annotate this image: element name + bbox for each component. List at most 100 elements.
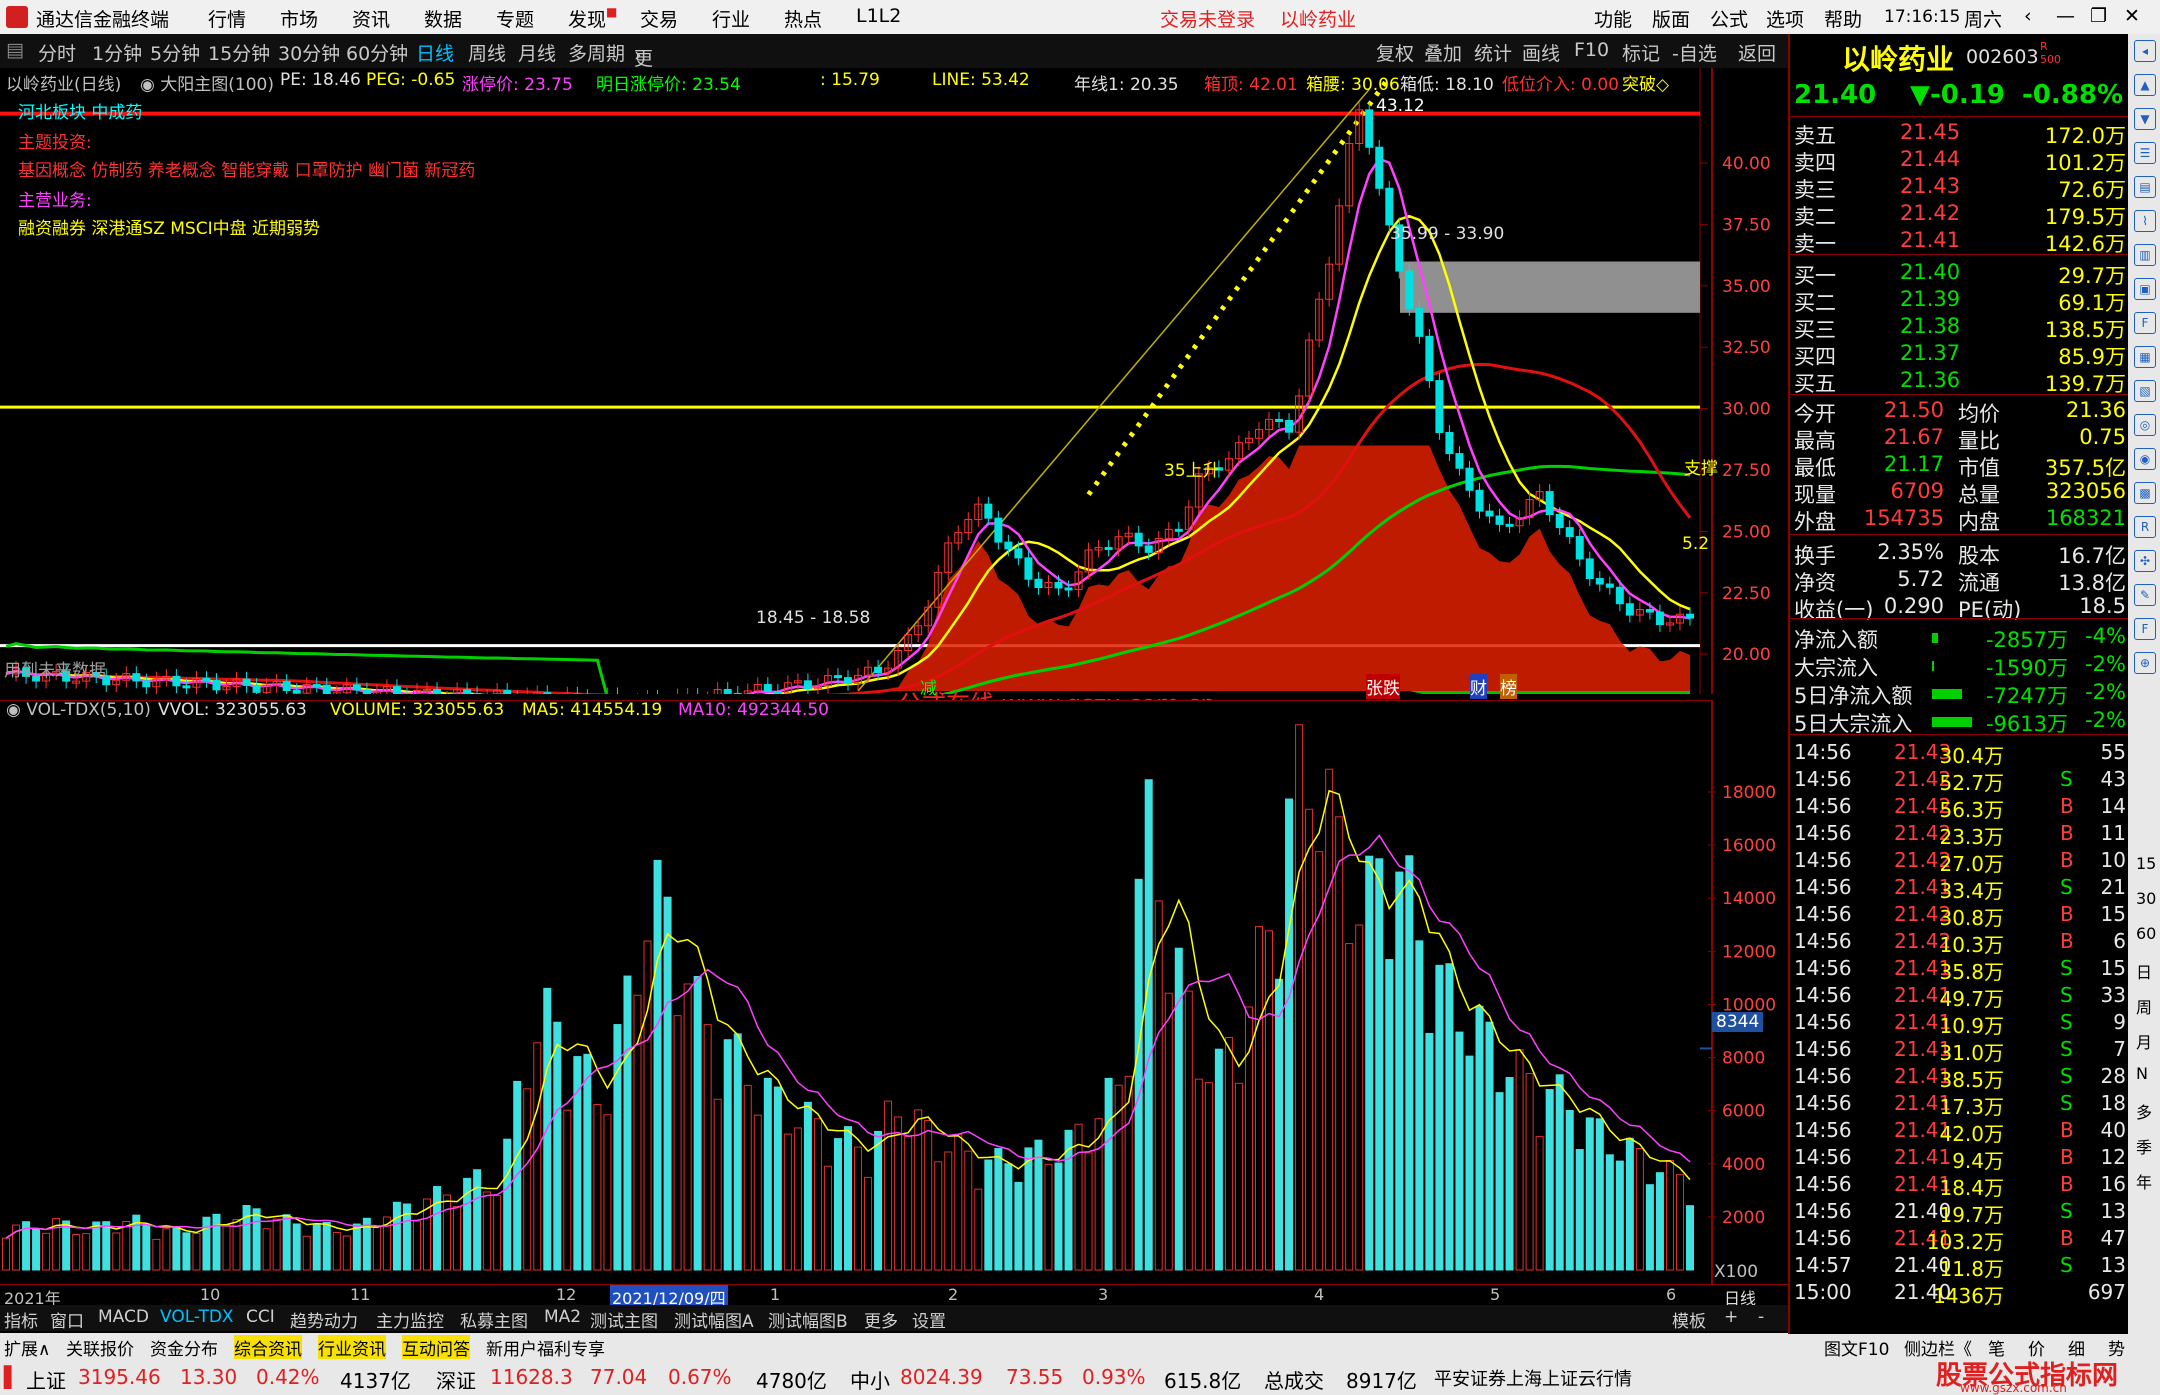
up-icon[interactable]: ▲ <box>2134 74 2156 96</box>
tick-row[interactable]: 14:56 21.41 35.8万 S 15 <box>1790 956 2130 984</box>
side-period-9[interactable]: 年 <box>2136 1169 2152 1193</box>
btn-f10[interactable]: F10 <box>1574 39 1609 61</box>
fs-icon[interactable]: F <box>2134 618 2156 640</box>
tick-row[interactable]: 14:57 21.40 11.8万 S 13 <box>1790 1253 2130 1281</box>
tick-row[interactable]: 14:56 21.41 38.5万 S 28 <box>1790 1064 2130 1092</box>
window-icon[interactable]: ▣ <box>2134 278 2156 300</box>
tick-row[interactable]: 14:56 21.41 18.4万 B 16 <box>1790 1172 2130 1200</box>
f10-doc-icon[interactable]: ☰ <box>2134 142 2156 164</box>
side-period-6[interactable]: N <box>2136 1064 2148 1083</box>
btn-stats[interactable]: 统计 <box>1474 39 1512 66</box>
menu-l1l2[interactable]: L1L2 <box>856 5 901 27</box>
fundamental-row[interactable]: 换手 2.35% 股本 16.7亿 <box>1790 540 2130 568</box>
tab-ma2[interactable]: MA2 <box>544 1307 581 1327</box>
menu-options[interactable]: 选项 <box>1766 5 1804 32</box>
stat-row[interactable]: 最低 21.17 市值 357.5亿 <box>1790 452 2130 480</box>
target-icon[interactable]: ◎ <box>2134 414 2156 436</box>
sh-label[interactable]: 上证 <box>26 1365 66 1394</box>
tab-expand[interactable]: 扩展∧ <box>4 1335 50 1360</box>
menu-layout[interactable]: 版面 <box>1652 5 1690 32</box>
tick-row[interactable]: 14:56 21.41 10.9万 S 9 <box>1790 1010 2130 1038</box>
bid-row[interactable]: 买五 21.36 139.7万 <box>1790 368 2130 396</box>
menu-formula[interactable]: 公式 <box>1710 5 1748 32</box>
menu-topics[interactable]: 专题 <box>496 5 534 32</box>
side-period-0[interactable]: 15 <box>2136 854 2156 873</box>
tick-row[interactable]: 14:56 21.42 52.7万 S 43 <box>1790 767 2130 795</box>
stat-row[interactable]: 外盘 154735 内盘 168321 <box>1790 506 2130 534</box>
period-5min[interactable]: 5分钟 <box>150 39 200 66</box>
tick-row[interactable]: 14:56 21.41 31.0万 S 7 <box>1790 1037 2130 1065</box>
zoom-icon[interactable]: ⊕ <box>2134 652 2156 674</box>
tab-qa[interactable]: 互动问答 <box>402 1335 470 1360</box>
bid-row[interactable]: 买二 21.39 69.1万 <box>1790 287 2130 315</box>
btn-mark[interactable]: 标记 <box>1622 39 1660 66</box>
stat-row[interactable]: 最高 21.67 量比 0.75 <box>1790 425 2130 453</box>
period-monthly[interactable]: 月线 <box>518 39 556 66</box>
btn-draw[interactable]: 画线 <box>1522 39 1560 66</box>
flow-row[interactable]: 大宗流入 -1590万 -2% <box>1790 652 2130 680</box>
period-weekly[interactable]: 周线 <box>468 39 506 66</box>
btn-overlay[interactable]: 叠加 <box>1424 39 1462 66</box>
menu-market[interactable]: 市场 <box>280 5 318 32</box>
tick-row[interactable]: 14:56 21.41 42.0万 B 40 <box>1790 1118 2130 1146</box>
flow-row[interactable]: 净流入额 -2857万 -4% <box>1790 624 2130 652</box>
menu-hot[interactable]: 热点 <box>784 5 822 32</box>
side-period-5[interactable]: 月 <box>2136 1029 2152 1053</box>
tick-row[interactable]: 14:56 21.41 103.2万 B 47 <box>1790 1226 2130 1254</box>
menu-data[interactable]: 数据 <box>424 5 462 32</box>
tab-test-a[interactable]: 测试幅图A <box>674 1307 754 1332</box>
side-period-2[interactable]: 60 <box>2136 924 2156 943</box>
tick-row[interactable]: 14:56 21.42 30.8万 B 15 <box>1790 902 2130 930</box>
tab-related-quotes[interactable]: 关联报价 <box>66 1335 134 1360</box>
tab-industry-news[interactable]: 行业资讯 <box>318 1335 386 1360</box>
period-1min[interactable]: 1分钟 <box>92 39 142 66</box>
period-15min[interactable]: 15分钟 <box>208 39 270 66</box>
tick-row[interactable]: 14:56 21.42 23.3万 B 11 <box>1790 821 2130 849</box>
tab-indicator[interactable]: 指标 <box>4 1307 38 1332</box>
layout-icon[interactable]: ▦ <box>2134 346 2156 368</box>
tab-add[interactable]: + <box>1724 1307 1738 1327</box>
tab-fund-distribution[interactable]: 资金分布 <box>150 1335 218 1360</box>
tab-vol-tdx[interactable]: VOL-TDX <box>160 1307 234 1327</box>
tab-settings[interactable]: 设置 <box>912 1307 946 1332</box>
side-period-7[interactable]: 多 <box>2136 1099 2152 1123</box>
side-period-1[interactable]: 30 <box>2136 889 2156 908</box>
tab-test-main[interactable]: 测试主图 <box>590 1307 658 1332</box>
btn-back[interactable]: 返回 <box>1738 39 1776 66</box>
flow-row[interactable]: 5日大宗流入 -9613万 -2% <box>1790 708 2130 736</box>
tick-row[interactable]: 14:56 21.42 10.3万 B 6 <box>1790 929 2130 957</box>
chart-indicator-name[interactable]: ◉ 大阳主图(100) <box>140 70 274 95</box>
sz-label[interactable]: 深证 <box>436 1365 476 1394</box>
tab-template[interactable]: 模板 <box>1672 1307 1706 1332</box>
period-multi[interactable]: 多周期 <box>568 39 625 66</box>
menu-trade[interactable]: 交易 <box>640 5 678 32</box>
menu-help[interactable]: 帮助 <box>1824 5 1862 32</box>
tick-row[interactable]: 14:56 21.40 19.7万 S 13 <box>1790 1199 2130 1227</box>
tab-macd[interactable]: MACD <box>98 1307 149 1327</box>
down-icon[interactable]: ▼ <box>2134 108 2156 130</box>
chart-icon[interactable]: ⌇ <box>2134 210 2156 232</box>
restore-icon[interactable]: ❐ <box>2090 5 2107 27</box>
tick-row[interactable]: 14:56 21.41 9.4万 B 12 <box>1790 1145 2130 1173</box>
tab-test-b[interactable]: 测试幅图B <box>768 1307 848 1332</box>
collapse-panel-icon[interactable]: ◂ <box>2134 40 2156 62</box>
side-period-4[interactable]: 周 <box>2136 994 2152 1018</box>
ask-row[interactable]: 卖三 21.43 72.6万 <box>1790 174 2130 202</box>
tab-window[interactable]: 窗口 <box>50 1307 84 1332</box>
globe-icon[interactable]: ◉ <box>2134 448 2156 470</box>
rsi-icon[interactable]: R <box>2134 516 2156 538</box>
close-icon[interactable]: ✕ <box>2124 5 2140 27</box>
volume-chart[interactable]: 1800016000140001200010000800060004000200… <box>0 700 1788 1285</box>
list-icon[interactable]: ▤ <box>2134 176 2156 198</box>
ask-row[interactable]: 卖二 21.42 179.5万 <box>1790 201 2130 229</box>
flow-row[interactable]: 5日净流入额 -7247万 -2% <box>1790 680 2130 708</box>
ask-row[interactable]: 卖五 21.45 172.0万 <box>1790 120 2130 148</box>
grid-icon[interactable]: ▩ <box>2134 482 2156 504</box>
tab-more[interactable]: 更多 <box>864 1307 898 1332</box>
tick-row[interactable]: 14:56 21.42 56.3万 B 14 <box>1790 794 2130 822</box>
menu-market-quotes[interactable]: 行情 <box>208 5 246 32</box>
side-period-3[interactable]: 日 <box>2136 959 2152 983</box>
tick-row[interactable]: 14:56 21.42 27.0万 B 10 <box>1790 848 2130 876</box>
tab-remove[interactable]: - <box>1758 1307 1764 1327</box>
ask-row[interactable]: 卖一 21.41 142.6万 <box>1790 228 2130 256</box>
